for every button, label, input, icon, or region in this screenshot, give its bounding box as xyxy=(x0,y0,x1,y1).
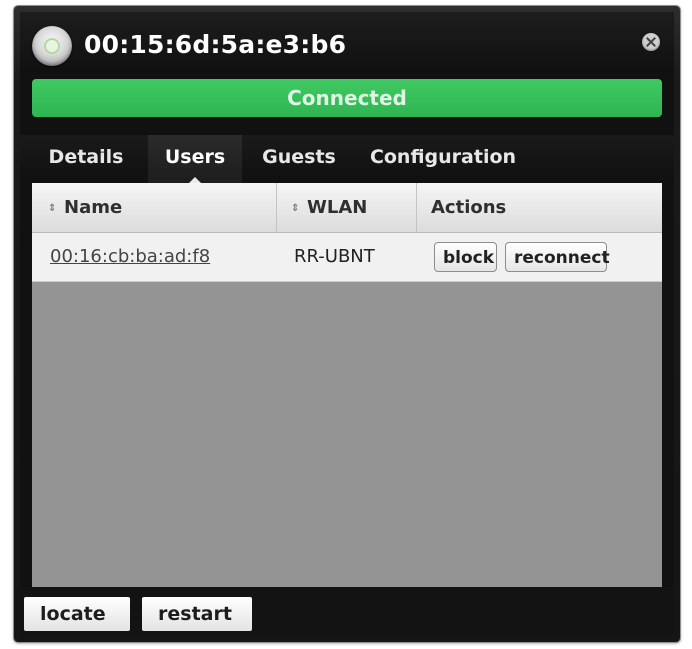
locate-button[interactable]: locate xyxy=(24,597,130,631)
status-dot-icon xyxy=(32,26,72,66)
wlan-column-label: WLAN xyxy=(307,197,368,218)
table-header: ⇕ Name ⇕ WLAN Actions xyxy=(32,183,662,233)
actions-column-header: Actions xyxy=(431,183,506,232)
title-bar: 00:15:6d:5a:e3:b6 xyxy=(20,12,674,74)
user-wlan-cell: RR-UBNT xyxy=(294,246,375,267)
users-table-panel: ⇕ Name ⇕ WLAN Actions 00:16:cb:ba:ad:f8 RR… xyxy=(32,183,662,587)
close-icon[interactable] xyxy=(642,33,660,51)
sort-icon: ⇕ xyxy=(48,203,57,214)
column-divider xyxy=(276,183,277,232)
actions-column-label: Actions xyxy=(431,197,507,218)
tab-bar: Details Users Guests Configuration xyxy=(20,135,674,184)
restart-button[interactable]: restart xyxy=(142,597,252,631)
block-button[interactable]: block xyxy=(434,242,497,272)
table-row: 00:16:cb:ba:ad:f8 RR-UBNT block reconnec… xyxy=(32,233,662,282)
tab-users[interactable]: Users xyxy=(148,135,242,184)
tab-details[interactable]: Details xyxy=(32,135,140,183)
wlan-column-header[interactable]: ⇕ WLAN xyxy=(291,183,367,232)
tab-configuration[interactable]: Configuration xyxy=(354,135,532,183)
tab-guests[interactable]: Guests xyxy=(252,135,346,183)
user-mac-link[interactable]: 00:16:cb:ba:ad:f8 xyxy=(50,246,210,267)
connection-status-bar: Connected xyxy=(32,79,662,117)
footer-toolbar: locate restart xyxy=(20,587,674,636)
sort-icon: ⇕ xyxy=(291,203,300,214)
name-column-label: Name xyxy=(64,197,123,218)
column-divider xyxy=(416,183,417,232)
user-name-cell: 00:16:cb:ba:ad:f8 xyxy=(50,233,210,281)
device-details-window: 00:15:6d:5a:e3:b6 Connected Details User… xyxy=(20,12,674,636)
name-column-header[interactable]: ⇕ Name xyxy=(48,183,122,232)
reconnect-button[interactable]: reconnect xyxy=(505,242,610,272)
device-mac-title: 00:15:6d:5a:e3:b6 xyxy=(84,30,347,59)
